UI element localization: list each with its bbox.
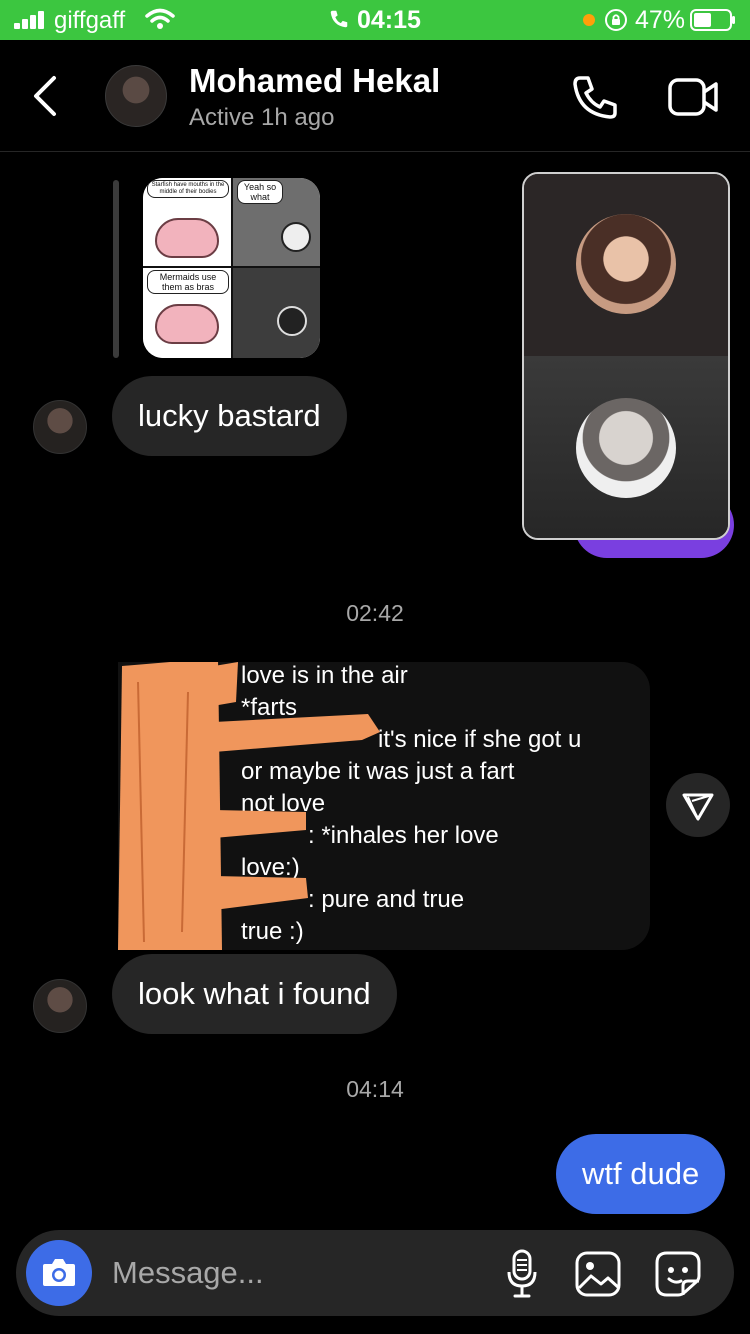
message-composer [16, 1230, 734, 1316]
participant-avatar [576, 398, 676, 498]
microphone-icon[interactable] [506, 1248, 538, 1300]
mic-in-use-dot [583, 14, 595, 26]
redaction-scribble [118, 662, 380, 950]
status-bar: giffgaff 04:15 47% [0, 0, 750, 40]
camera-button[interactable] [26, 1240, 92, 1306]
orientation-lock-icon [605, 9, 627, 31]
meme-panel-1-text: Starfish have mouths in the middle of th… [147, 180, 229, 198]
reply-indicator [113, 180, 119, 358]
avatar[interactable] [105, 65, 167, 127]
battery-icon [690, 9, 735, 31]
back-chevron-icon[interactable] [28, 74, 64, 118]
message-input[interactable] [112, 1250, 492, 1296]
activity-status: Active 1h ago [189, 104, 335, 131]
meme-image[interactable]: Starfish have mouths in the middle of th… [143, 178, 320, 358]
signal-icon [14, 11, 48, 29]
video-call-overlay[interactable] [522, 172, 730, 540]
timestamp: 04:14 [346, 1076, 404, 1102]
battery-percentage: 47% [635, 6, 686, 34]
status-time: 04:15 [357, 6, 421, 34]
contact-name[interactable]: Mohamed Hekal [189, 62, 440, 100]
sticker-icon[interactable] [654, 1250, 702, 1298]
shared-screenshot[interactable]: love is in the air *farts it's nice if s… [118, 662, 650, 950]
avatar[interactable] [33, 400, 87, 454]
video-camera-icon[interactable] [665, 72, 721, 122]
meme-panel-2-text: Yeah so what [237, 180, 283, 204]
gallery-icon[interactable] [574, 1250, 622, 1298]
awake-figure [277, 306, 307, 336]
message-bubble[interactable]: look what i found [112, 954, 397, 1034]
message-thread[interactable]: Starfish have mouths in the middle of th… [0, 152, 750, 1230]
conversation-header: Mohamed Hekal Active 1h ago [0, 40, 750, 152]
participant-avatar [576, 214, 676, 314]
sent-message-bubble[interactable]: wtf dude [556, 1134, 726, 1214]
wifi-icon [145, 8, 175, 29]
avatar[interactable] [33, 979, 87, 1033]
message-bubble[interactable]: lucky bastard [112, 376, 347, 456]
phone-icon[interactable] [568, 70, 622, 124]
meme-panel-3-text: Mermaids use them as bras [147, 270, 229, 294]
timestamp: 02:42 [346, 600, 404, 626]
camera-icon [43, 1259, 75, 1286]
sleeping-figure [281, 222, 311, 252]
call-active-icon [330, 10, 348, 28]
brain-drawing [155, 218, 219, 258]
share-button[interactable] [666, 773, 730, 837]
carrier-name: giffgaff [54, 7, 126, 34]
brain-drawing [155, 304, 219, 344]
paper-plane-icon [682, 793, 714, 821]
